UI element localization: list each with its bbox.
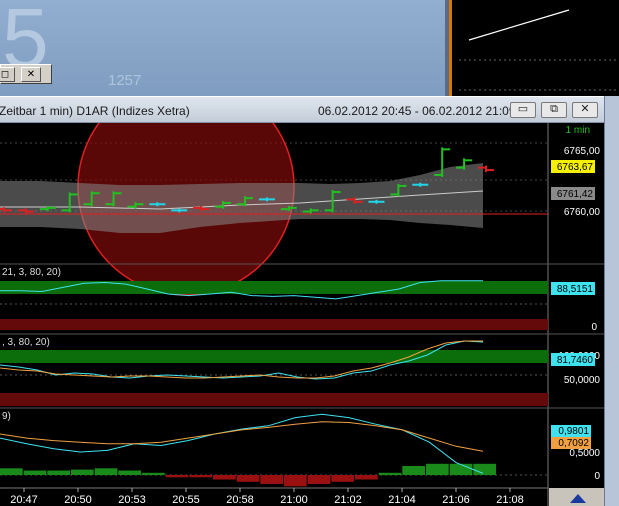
restore-button[interactable]: ⧉ [541, 102, 567, 118]
time-label: 21:06 [442, 494, 470, 506]
osc3-line-orange [0, 421, 484, 452]
osc3-histogram-bar [378, 472, 402, 476]
background-window: 5 1257 [0, 0, 445, 96]
right-frame [604, 96, 619, 506]
osc3-value-a: 0,9801 [558, 426, 589, 437]
osc3-histogram-bar [142, 472, 165, 476]
osc3-histogram-bar [236, 475, 260, 482]
osc3-histogram-bar [118, 470, 141, 475]
time-label: 20:50 [64, 494, 92, 506]
close-button[interactable]: ✕ [572, 102, 598, 118]
background-close-button[interactable]: ✕ [21, 67, 41, 82]
background-orange-edge [449, 0, 452, 96]
osc3-histogram-bar [331, 475, 354, 482]
osc2-tick: 50,0000 [564, 375, 601, 386]
osc3-histogram-bar [47, 470, 70, 475]
osc1-lower-zone [0, 319, 548, 330]
osc3-histogram-bar [284, 475, 307, 487]
time-label: 20:55 [172, 494, 200, 506]
time-label: 21:04 [388, 494, 416, 506]
osc2-value: 81,7460 [557, 355, 594, 366]
window-date-range: 06.02.2012 20:45 - 06.02.2012 21:09 [318, 104, 516, 118]
background-chart-line [468, 9, 570, 41]
osc3-tick: 0 [594, 471, 600, 482]
osc3-histogram-bar [260, 475, 283, 484]
osc3-tick: 0,5000 [569, 448, 600, 459]
time-label: 20:47 [10, 494, 38, 506]
osc2-lower-zone [0, 393, 548, 406]
osc1-tick: 0 [591, 322, 597, 333]
background-window-controls: ◻ ✕ [0, 64, 52, 84]
price-tick: 6765,00 [564, 146, 601, 157]
background-chart-svg [459, 9, 619, 91]
osc3-histogram-bar [449, 463, 473, 476]
ref-price-value: 6761,42 [557, 189, 594, 200]
background-small-number: 1257 [108, 72, 142, 89]
background-restore-button[interactable]: ◻ [0, 67, 15, 82]
osc3-histogram-bar [307, 475, 331, 484]
window-title-bar[interactable]: Zeitbar 1 min) D1AR (Indizes Xetra) 06.0… [0, 97, 611, 123]
osc2-label: , 3, 80, 20) [2, 337, 50, 348]
osc3-histogram-bar [213, 475, 236, 480]
time-label: 21:02 [334, 494, 362, 506]
last-price-value: 6763,67 [557, 162, 594, 173]
osc3-histogram-bar [94, 468, 118, 476]
osc1-label: 21, 3, 80, 20) [2, 267, 61, 278]
osc3-label: 9) [2, 411, 11, 422]
osc3-histogram-bar [71, 469, 94, 475]
osc3-histogram-bar [473, 463, 496, 476]
osc1-upper-zone [0, 281, 548, 294]
osc2-upper-zone [0, 350, 548, 363]
timeframe-label: 1 min [566, 125, 590, 136]
osc3-histogram-bar [402, 466, 425, 475]
price-tick: 6760,00 [564, 207, 601, 218]
osc3-histogram-bar [165, 475, 189, 478]
time-label: 21:00 [280, 494, 308, 506]
window-title: Zeitbar 1 min) D1AR (Indizes Xetra) [0, 104, 190, 118]
osc3-histogram-bar [23, 470, 47, 475]
osc3-histogram-bar [426, 463, 449, 476]
time-label: 21:08 [496, 494, 524, 506]
chart-svg: 1 min 6765,00 6763,67 6761,42 6760,00 21… [0, 78, 604, 506]
background-right-chart [445, 0, 619, 96]
osc3-line-cyan [0, 413, 484, 474]
minimize-button[interactable]: ▭ [510, 102, 536, 118]
time-label: 20:53 [118, 494, 146, 506]
screen: 5 1257 ◻ ✕ Zeitbar 1 min) D1AR (Indizes … [0, 0, 619, 506]
osc3-histogram-bar [0, 468, 23, 476]
time-label: 20:58 [226, 494, 254, 506]
chart-area[interactable]: 1 min 6765,00 6763,67 6761,42 6760,00 21… [0, 78, 604, 506]
osc3-histogram-bar [189, 475, 212, 478]
osc1-value: 88,5151 [557, 284, 594, 295]
time-axis: 20:47 20:50 20:53 20:55 20:58 21:00 21:02 21:04… [10, 488, 524, 506]
osc3-histogram-bar [355, 475, 378, 480]
